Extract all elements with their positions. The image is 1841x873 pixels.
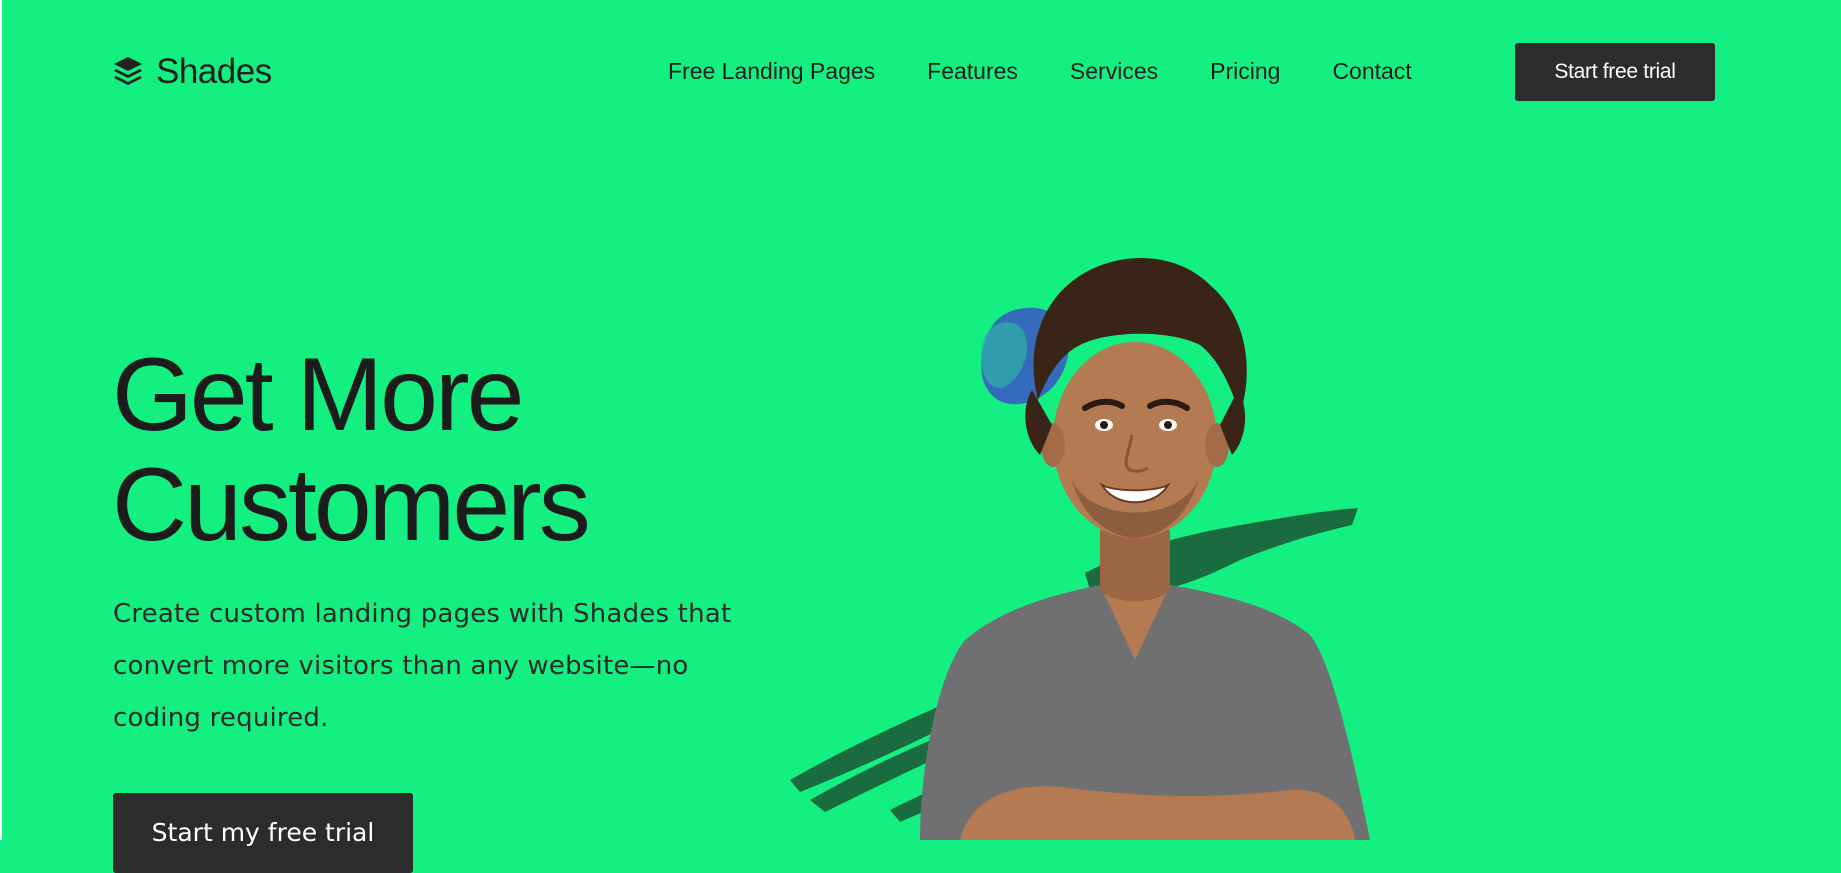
brand-logo[interactable]: Shades <box>112 52 272 92</box>
nav-item-contact[interactable]: Contact <box>1332 58 1411 85</box>
brand-name: Shades <box>156 52 272 91</box>
page-left-edge <box>0 0 2 840</box>
nav-item-features[interactable]: Features <box>927 58 1018 85</box>
nav-item-free-landing-pages[interactable]: Free Landing Pages <box>668 58 875 85</box>
nav-item-pricing[interactable]: Pricing <box>1210 58 1280 85</box>
start-my-free-trial-button[interactable]: Start my free trial <box>113 793 413 873</box>
hero-person-illustration <box>790 258 1370 840</box>
hero-title: Get More Customers <box>112 337 591 563</box>
nav-item-services[interactable]: Services <box>1070 58 1158 85</box>
layers-icon <box>114 57 142 85</box>
start-free-trial-button[interactable]: Start free trial <box>1515 43 1715 101</box>
hero-title-line1: Get More <box>112 337 524 453</box>
hero-subtitle: Create custom landing pages with Shades … <box>113 599 732 733</box>
main-nav: Free Landing Pages Features Services Pri… <box>668 58 1412 85</box>
hero-title-line2: Customers <box>112 447 591 563</box>
